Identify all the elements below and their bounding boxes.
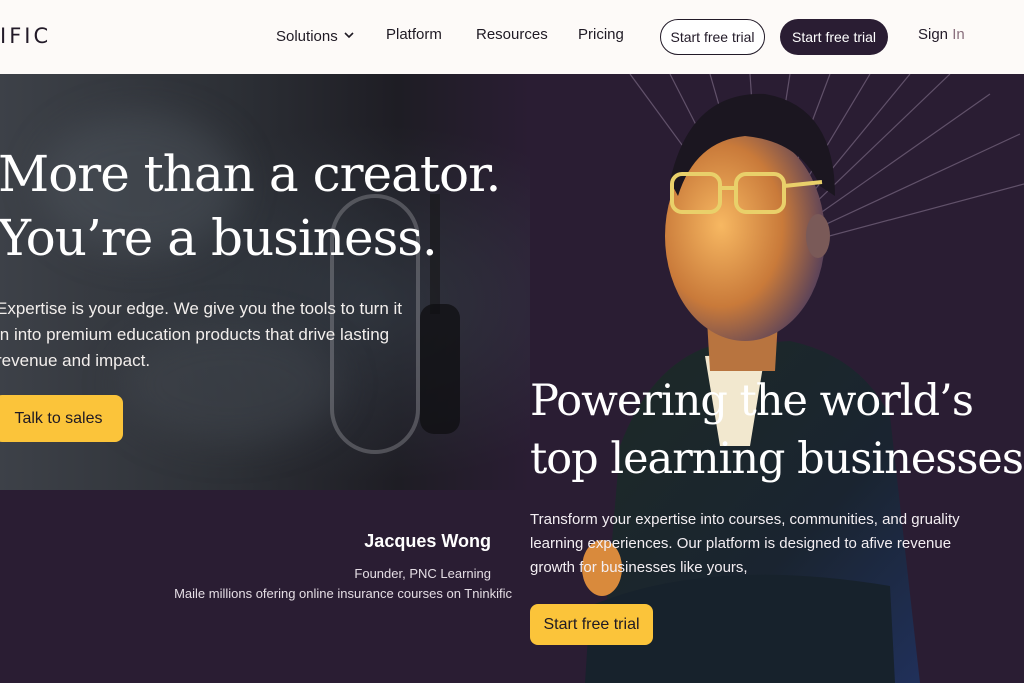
testimonial-quote: Maile millions ofering online insurance … [174,586,512,601]
talk-to-sales-button[interactable]: Talk to sales [0,395,123,442]
hero-title-line-1: More than a creator. [0,145,501,203]
start-free-trial-button[interactable]: Start free trial [530,604,653,645]
sign-in-link[interactable]: Sign In [918,26,965,43]
start-trial-dark-button[interactable]: Start free trial [780,19,888,55]
sign-in-prefix: Sign [918,26,949,43]
nav-pricing[interactable]: Pricing [578,26,624,43]
brand-logo[interactable]: IFIC [0,24,51,48]
microphone [420,304,460,434]
hero-title: More than a creator. You’re a business. [0,142,501,270]
feature-title-line-2: top learning businesses [530,434,1024,484]
testimonial-name: Jacques Wong [364,531,491,551]
top-nav: IFIC Solutions Platform Resources Pricin… [0,0,1024,74]
nav-resources[interactable]: Resources [476,26,548,43]
start-trial-outline-button[interactable]: Start free trial [660,19,765,55]
feature-subtitle: Transform your expertise into courses, c… [530,511,960,576]
chevron-down-icon [344,26,354,43]
sign-in-suffix: In [948,26,965,43]
nav-solutions[interactable]: Solutions [276,26,354,45]
feature-title: Powering the world’s top learning busine… [530,372,1024,488]
nav-platform[interactable]: Platform [386,26,442,43]
hero-title-line-2: You’re a business. [0,209,438,267]
feature-title-line-1: Powering the world’s [530,376,974,426]
hero-subtitle: Expertise is your edge. We give you the … [0,299,403,370]
nav-solutions-label: Solutions [276,28,338,45]
testimonial-role: Founder, PNC Learning [354,566,491,581]
